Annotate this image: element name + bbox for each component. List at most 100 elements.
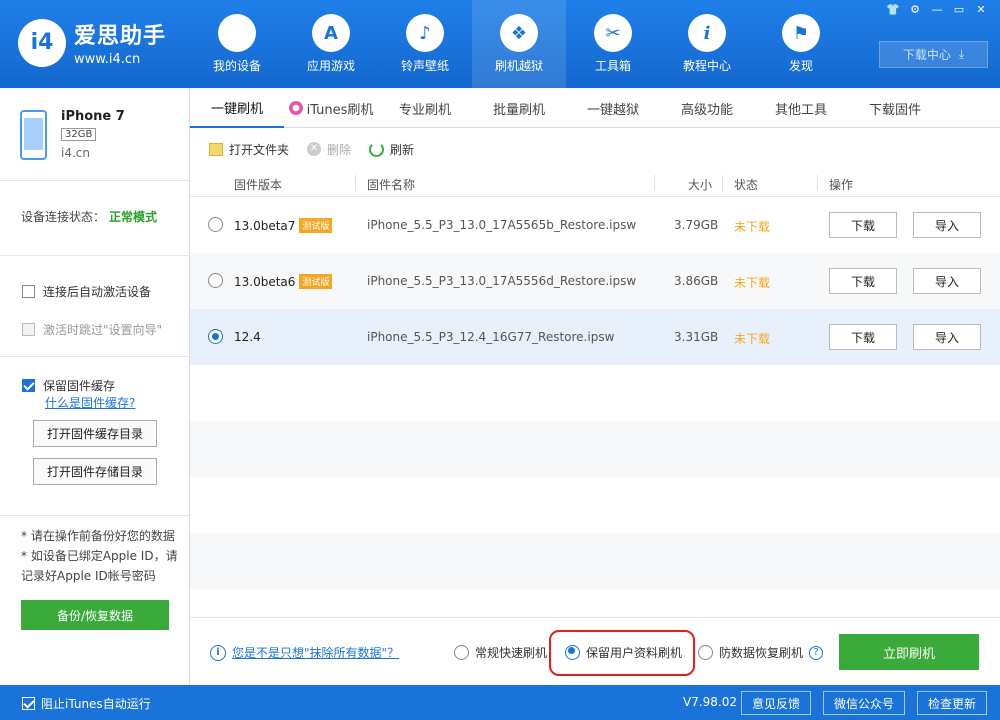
backup-notes: * 请在操作前备份好您的数据 * 如设备已绑定Apple ID，请记录好Appl… xyxy=(21,529,178,583)
tab-one-click-flash[interactable]: 一键刷机 xyxy=(190,88,284,128)
table-row[interactable]: 13.0beta6 测试版 iPhone_5.5_P3_13.0_17A5556d… xyxy=(190,253,1000,309)
flash-box-icon: ❖ xyxy=(500,14,538,52)
beta-badge: 测试版 xyxy=(299,218,333,233)
tab-download-firmware[interactable]: 下载固件 xyxy=(848,88,942,128)
mode-keep-radio[interactable] xyxy=(565,645,580,660)
connection-status-value: 正常模式 xyxy=(109,210,158,224)
device-card: iPhone 7 32GB i4.cn xyxy=(0,88,189,181)
download-button[interactable]: 下载 xyxy=(829,268,897,294)
keep-cache-checkbox[interactable] xyxy=(22,379,35,392)
activation-options: 连接后自动激活设备 激活时跳过"设置向导" xyxy=(0,256,189,357)
tab-one-click-jailbreak[interactable]: 一键越狱 xyxy=(566,88,660,128)
status-text: 未下载 xyxy=(734,276,771,290)
window-controls: 👕 ⚙ — ▭ ✕ xyxy=(884,3,990,17)
mode-keep-data-flash[interactable]: 保留用户资料刷机 xyxy=(565,644,682,661)
device-name: iPhone 7 xyxy=(61,109,125,124)
option-keep-cache[interactable]: 保留固件缓存 xyxy=(22,377,115,394)
import-button[interactable]: 导入 xyxy=(913,212,981,238)
import-button[interactable]: 导入 xyxy=(913,324,981,350)
refresh-button[interactable]: 刷新 xyxy=(369,141,414,158)
block-itunes-option[interactable]: 阻止iTunes自动运行 xyxy=(22,695,151,712)
empty-row xyxy=(190,477,1000,533)
device-storage-badge: 32GB xyxy=(61,128,97,141)
settings-icon[interactable]: ⚙ xyxy=(906,3,924,17)
status-footer: 阻止iTunes自动运行 V7.98.02 意见反馈 微信公众号 检查更新 xyxy=(0,685,1000,720)
open-folder-button[interactable]: 打开文件夹 xyxy=(209,141,289,158)
tab-other-tools[interactable]: 其他工具 xyxy=(754,88,848,128)
download-center-button[interactable]: 下载中心 ⤓ xyxy=(879,41,988,68)
ringtone-icon: ♪ xyxy=(406,14,444,52)
open-cache-dir-button[interactable]: 打开固件缓存目录 xyxy=(33,420,157,447)
minimize-icon[interactable]: — xyxy=(928,3,946,17)
delete-icon: ✕ xyxy=(307,142,322,156)
col-action: 操作 xyxy=(829,178,854,192)
itunes-icon xyxy=(288,101,303,115)
table-row[interactable]: 12.4 iPhone_5.5_P3_12.4_16G77_Restore.ip… xyxy=(190,309,1000,365)
download-button[interactable]: 下载 xyxy=(829,212,897,238)
nav-discover[interactable]: ⚑ 发现 xyxy=(754,0,848,88)
app-version: V7.98.02 xyxy=(683,695,738,709)
app-header: i4 爱思助手 www.i4.cn 我的设备 A 应用游戏 ♪ 铃声壁纸 ❖ 刷… xyxy=(0,0,1000,88)
mode-quick-radio[interactable] xyxy=(454,645,469,660)
mode-quick-flash[interactable]: 常规快速刷机 xyxy=(454,644,547,661)
main-nav: 我的设备 A 应用游戏 ♪ 铃声壁纸 ❖ 刷机越狱 ✂ 工具箱 i 教程中心 ⚑… xyxy=(190,0,848,88)
wechat-button[interactable]: 微信公众号 xyxy=(823,691,905,715)
erase-all-link[interactable]: i 您是不是只想"抹除所有数据"？ xyxy=(210,644,399,661)
feedback-button[interactable]: 意见反馈 xyxy=(741,691,811,715)
skip-wizard-checkbox[interactable] xyxy=(22,323,35,336)
nav-apps-games[interactable]: A 应用游戏 xyxy=(284,0,378,88)
col-version: 固件版本 xyxy=(234,178,283,192)
col-status: 状态 xyxy=(734,178,759,192)
tab-advanced[interactable]: 高级功能 xyxy=(660,88,754,128)
firmware-radio[interactable] xyxy=(208,273,223,288)
backup-restore-button[interactable]: 备份/恢复数据 xyxy=(21,600,169,630)
status-text: 未下载 xyxy=(734,220,771,234)
cache-options: 保留固件缓存 什么是固件缓存? 打开固件缓存目录 打开固件存储目录 xyxy=(0,357,189,516)
beta-badge: 测试版 xyxy=(299,274,333,289)
i4-logo-icon: i4 xyxy=(18,18,66,67)
skin-icon[interactable]: 👕 xyxy=(884,3,902,17)
tab-pro-flash[interactable]: 专业刷机 xyxy=(378,88,472,128)
device-site: i4.cn xyxy=(61,146,90,160)
col-size: 大小 xyxy=(688,178,713,192)
app-url: www.i4.cn xyxy=(74,52,141,67)
option-skip-wizard[interactable]: 激活时跳过"设置向导" xyxy=(22,321,162,338)
firmware-radio[interactable] xyxy=(208,329,223,344)
cache-help-link[interactable]: 什么是固件缓存? xyxy=(45,394,135,411)
firmware-toolbar: 打开文件夹 ✕ 删除 刷新 xyxy=(190,128,1000,170)
info-icon: i xyxy=(688,14,726,52)
nav-flash-jailbreak[interactable]: ❖ 刷机越狱 xyxy=(472,0,566,88)
app-logo: i4 爱思助手 www.i4.cn xyxy=(18,18,166,67)
tab-itunes-flash[interactable]: iTunes刷机 xyxy=(284,88,378,128)
import-button[interactable]: 导入 xyxy=(913,268,981,294)
option-auto-activate[interactable]: 连接后自动激活设备 xyxy=(22,283,151,300)
table-row[interactable]: 13.0beta7 测试版 iPhone_5.5_P3_13.0_17A5565b… xyxy=(190,197,1000,253)
apple-icon xyxy=(218,14,256,52)
tab-batch-flash[interactable]: 批量刷机 xyxy=(472,88,566,128)
nav-my-device[interactable]: 我的设备 xyxy=(190,0,284,88)
block-itunes-checkbox[interactable] xyxy=(22,697,35,710)
open-storage-dir-button[interactable]: 打开固件存储目录 xyxy=(33,458,157,485)
app-store-icon: A xyxy=(312,14,350,52)
mode-anti-recovery-flash[interactable]: 防数据恢复刷机 ? xyxy=(698,644,824,661)
firmware-radio[interactable] xyxy=(208,217,223,232)
sidebar: iPhone 7 32GB i4.cn 设备连接状态： 正常模式 连接后自动激活… xyxy=(0,88,190,685)
empty-row xyxy=(190,533,1000,589)
flag-icon: ⚑ xyxy=(782,14,820,52)
flash-tabs: 一键刷机 iTunes刷机 专业刷机 批量刷机 一键越狱 高级功能 其他工具 下… xyxy=(190,88,1000,128)
auto-activate-checkbox[interactable] xyxy=(22,285,35,298)
nav-toolbox[interactable]: ✂ 工具箱 xyxy=(566,0,660,88)
connection-status: 设备连接状态： 正常模式 xyxy=(0,181,189,256)
download-button[interactable]: 下载 xyxy=(829,324,897,350)
iphone-icon xyxy=(20,110,47,160)
mode-anti-radio[interactable] xyxy=(698,645,713,660)
help-icon[interactable]: ? xyxy=(809,645,824,660)
nav-tutorials[interactable]: i 教程中心 xyxy=(660,0,754,88)
maximize-icon[interactable]: ▭ xyxy=(950,3,968,17)
flash-now-button[interactable]: 立即刷机 xyxy=(839,634,979,670)
check-update-button[interactable]: 检查更新 xyxy=(917,691,987,715)
empty-row xyxy=(190,365,1000,421)
close-icon[interactable]: ✕ xyxy=(972,3,990,17)
nav-ringtones-wallpapers[interactable]: ♪ 铃声壁纸 xyxy=(378,0,472,88)
delete-button[interactable]: ✕ 删除 xyxy=(307,141,351,158)
